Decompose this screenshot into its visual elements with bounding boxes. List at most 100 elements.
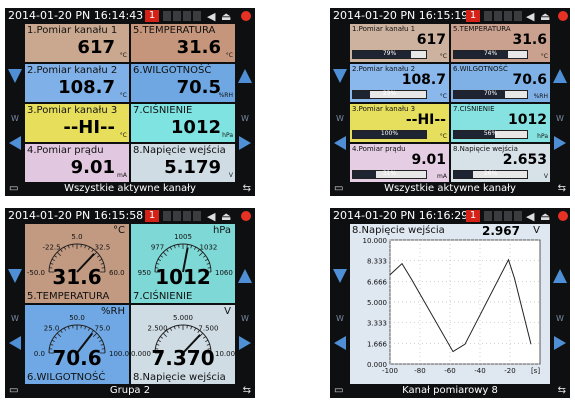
scroll-up-icon[interactable] — [553, 269, 567, 283]
channel-tile[interactable]: 5.TEMPERATURA 31.6 °C — [131, 24, 235, 62]
plot-area — [389, 239, 541, 365]
monitor-icon[interactable]: ▭ — [334, 182, 343, 196]
next-arrow-icon[interactable] — [554, 336, 566, 350]
channel-grid-bars: 1.Pomiar kanału 1 617 °C 79% 5.TEMPERATURA 31… — [350, 24, 550, 182]
channel-label: 1.Pomiar kanału 1 — [352, 25, 416, 33]
trend-chart: 10.0008.3336.6665.0003.3331.6660.000-100… — [363, 237, 541, 375]
y-tick-label: 6.666 — [367, 278, 388, 286]
monitor-icon[interactable]: ▭ — [9, 384, 18, 398]
scroll-down-icon[interactable] — [8, 269, 22, 283]
gauge-tick-label: 5.0 — [71, 233, 82, 241]
channel-value: 108.7 — [401, 72, 446, 88]
status-bar: 2014-01-20 PN 16:16:29 1 ◀ ⏏ — [330, 208, 570, 224]
datetime: 2014-01-20 PN 16:16:29 — [333, 209, 469, 222]
gauge-label: 7.CIŚNIENIE — [133, 291, 193, 302]
channel-tile[interactable]: 4.Pomiar prądu 9.01 mA — [25, 144, 129, 182]
w-label-right: W — [241, 114, 249, 123]
gauge-tick — [87, 327, 91, 331]
channel-tile[interactable]: 4.Pomiar prądu 9.01 mA 31% — [350, 144, 449, 182]
gauge-tick — [60, 249, 63, 253]
gauge-tile[interactable]: 25.0 50.0 75.0 0.0 100.0 %RH 70.6 6.WILGOTNOŚĆ — [25, 305, 129, 384]
gauge-tick — [67, 326, 70, 330]
channel-tile[interactable]: 8.Napięcie wejścia 5.179 V — [131, 144, 235, 182]
channel-tile[interactable]: 7.CIŚNIENIE 1012 hPa 56% — [451, 104, 550, 142]
scroll-up-icon[interactable] — [553, 69, 567, 83]
scroll-down-icon[interactable] — [333, 269, 347, 283]
channel-tile[interactable]: 6.WILGOTNOŚĆ 70.6 %RH 70% — [451, 64, 550, 102]
monitor-icon[interactable]: ▭ — [334, 384, 343, 398]
signal-bars — [484, 11, 524, 21]
channel-unit: hPa — [537, 133, 548, 140]
channel-tile[interactable]: 7.CIŚNIENIE 1012 hPa — [131, 104, 235, 142]
channel-tile[interactable]: 1.Pomiar kanału 1 617 °C — [25, 24, 129, 62]
range-bar: 56% — [453, 130, 528, 139]
y-tick-label: 3.333 — [367, 320, 387, 328]
gauge-tile[interactable]: 977 1005 1032 950 1060 hPa 1012 7.CIŚNIENIE — [131, 224, 235, 303]
channel-value: 1012 — [170, 117, 221, 138]
next-arrow-icon[interactable] — [554, 136, 566, 150]
scroll-up-icon[interactable] — [238, 69, 252, 83]
prev-arrow-icon[interactable] — [9, 336, 21, 350]
gauge-tick — [92, 332, 98, 338]
channel-unit: %RH — [533, 93, 548, 100]
gauge-tick — [162, 251, 168, 257]
prev-arrow-icon[interactable] — [334, 336, 346, 350]
usb-icon: ⏏ — [540, 10, 551, 23]
scroll-down-icon[interactable] — [333, 69, 347, 83]
gauge-tile[interactable]: 2.5005.0007.5000.00010.000V7.3708.Napięc… — [131, 305, 235, 384]
scroll-down-icon[interactable] — [8, 69, 22, 83]
gauge-tick — [157, 339, 161, 343]
channel-label: 6.WILGOTNOŚĆ — [453, 65, 508, 73]
x-tick-label: -20 — [504, 367, 515, 375]
scroll-up-icon[interactable] — [238, 269, 252, 283]
gauge-tick — [60, 330, 63, 334]
channel-tile[interactable]: 1.Pomiar kanału 1 617 °C 79% — [350, 24, 449, 62]
gauge-tick-label: 25.0 — [44, 325, 60, 333]
gauge-tick — [160, 336, 164, 339]
channel-tile[interactable]: 3.Pomiar kanału 3 --HI-- °C 100% — [350, 104, 449, 142]
range-bar: 31% — [352, 170, 427, 179]
next-arrow-icon[interactable] — [239, 136, 251, 150]
channel-value: 9.01 — [411, 152, 446, 168]
prev-arrow-icon[interactable] — [9, 136, 21, 150]
gauge-tick — [190, 245, 193, 249]
w-label: W — [11, 114, 19, 123]
channel-tile[interactable]: 2.Pomiar kanału 2 108.7 °C 23% — [350, 64, 449, 102]
gauge-tick-label: 5.000 — [173, 314, 193, 322]
channel-label: 5.TEMPERATURA — [453, 25, 511, 33]
range-bar-percent: 74% — [483, 50, 498, 57]
next-arrow-icon[interactable] — [239, 336, 251, 350]
datetime: 2014-01-20 PN 16:14:43 — [8, 9, 144, 22]
channel-tile[interactable]: 3.Pomiar kanału 3 --HI-- °C — [25, 104, 129, 142]
speaker-icon: ◀ — [526, 10, 535, 23]
channel-tile[interactable]: 2.Pomiar kanału 2 108.7 °C — [25, 64, 129, 102]
range-bar-percent: 100% — [380, 130, 399, 137]
usb-icon: ⏏ — [221, 210, 232, 223]
gauge-tick — [84, 326, 87, 330]
channel-unit: %RH — [218, 92, 233, 99]
channel-tile[interactable]: 5.TEMPERATURA 31.6 °C 74% — [451, 24, 550, 62]
range-bar-percent: 26% — [483, 170, 498, 177]
swap-icon[interactable]: ⇆ — [243, 182, 251, 196]
channel-label: 3.Pomiar kanału 3 — [27, 105, 118, 116]
channel-tile[interactable]: 8.Napięcie wejścia 2.653 V 26% — [451, 144, 550, 182]
channel-tile[interactable]: 6.WILGOTNOŚĆ 70.5 %RH — [131, 64, 235, 102]
gauge-tick — [56, 251, 62, 257]
swap-icon[interactable]: ⇆ — [243, 384, 251, 398]
range-bar-percent: 70% — [483, 90, 498, 97]
datetime: 2014-01-20 PN 16:15:19 — [333, 9, 469, 22]
gauge-tick — [87, 246, 91, 250]
gauge-tick — [157, 258, 161, 262]
swap-icon[interactable]: ⇆ — [558, 182, 566, 196]
swap-icon[interactable]: ⇆ — [558, 384, 566, 398]
channel-unit: V — [543, 173, 548, 180]
channel-value: 2.653 — [502, 152, 547, 168]
prev-arrow-icon[interactable] — [334, 136, 346, 150]
gauge-tick — [84, 245, 87, 249]
gauge-tick-label: 1032 — [200, 244, 218, 252]
gauge-tile[interactable]: -22.5 5.0 32.5 -50.0 60.0 °C 31.6 5.TEMPERATURA — [25, 224, 129, 303]
gauge-tick-label: 32.5 — [95, 244, 111, 252]
monitor-icon[interactable]: ▭ — [9, 182, 18, 196]
y-tick-label: 8.333 — [367, 258, 387, 266]
channel-unit: °C — [439, 93, 447, 100]
